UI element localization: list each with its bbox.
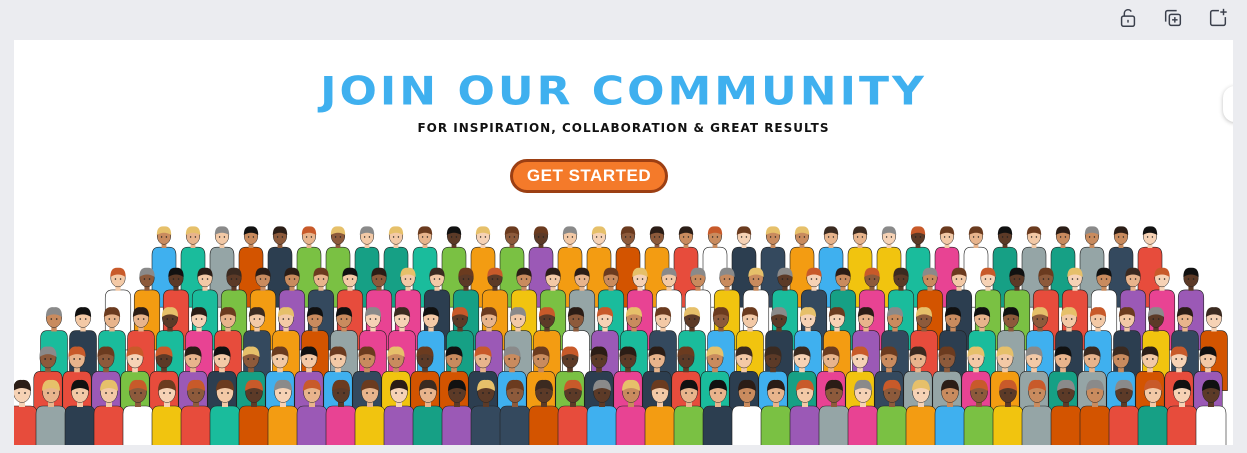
add-page-button[interactable] — [1202, 4, 1233, 32]
page-toolbar — [1112, 4, 1233, 32]
get-started-button[interactable]: GET STARTED — [510, 159, 668, 193]
design-page[interactable]: JOIN OUR COMMUNITY FOR INSPIRATION, COLL… — [14, 40, 1233, 445]
duplicate-page-button[interactable] — [1157, 4, 1188, 32]
lock-icon — [1120, 8, 1135, 27]
page-headline[interactable]: JOIN OUR COMMUNITY — [14, 69, 1233, 115]
page-subheadline[interactable]: FOR INSPIRATION, COLLABORATION & GREAT R… — [14, 121, 1233, 135]
page-scroll-handle[interactable] — [1223, 86, 1233, 122]
lock-page-button[interactable] — [1112, 4, 1143, 32]
add-page-icon — [1209, 8, 1227, 27]
duplicate-page-icon — [1164, 9, 1181, 27]
